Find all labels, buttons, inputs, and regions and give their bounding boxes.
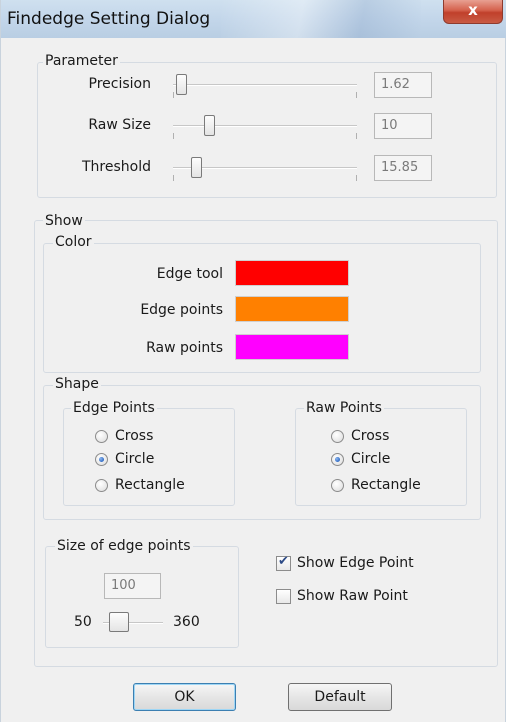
edge-point-size-field[interactable]: 100 bbox=[104, 573, 161, 599]
raw-shape-cross-radio[interactable] bbox=[331, 430, 344, 443]
edge-shape-rectangle-option[interactable]: Rectangle bbox=[95, 477, 225, 497]
parameter-legend: Parameter bbox=[43, 53, 120, 69]
edge-point-size-max-label: 360 bbox=[173, 614, 200, 630]
default-button[interactable]: Default bbox=[288, 683, 392, 711]
show-legend: Show bbox=[43, 213, 85, 229]
edge-shape-cross-label: Cross bbox=[115, 428, 154, 444]
precision-label: Precision bbox=[88, 76, 151, 92]
show-raw-point-checkbox[interactable] bbox=[276, 589, 291, 604]
raw-size-slider-track[interactable] bbox=[173, 125, 357, 127]
precision-value-field[interactable]: 1.62 bbox=[374, 72, 432, 98]
findedge-setting-dialog: Findedge Setting Dialog x Parameter Prec… bbox=[0, 0, 506, 722]
threshold-slider-thumb[interactable] bbox=[191, 157, 202, 178]
edge-shape-circle-option[interactable]: Circle bbox=[95, 451, 225, 471]
raw-shape-rectangle-option[interactable]: Rectangle bbox=[331, 477, 461, 497]
title-bar[interactable]: Findedge Setting Dialog x bbox=[1, 0, 506, 38]
edge-tool-color-swatch[interactable] bbox=[235, 260, 349, 286]
ok-button[interactable]: OK bbox=[133, 683, 236, 711]
show-edge-point-checkbox[interactable] bbox=[276, 554, 291, 571]
edge-shape-rectangle-label: Rectangle bbox=[115, 477, 185, 493]
precision-slider-tick-min bbox=[173, 92, 174, 98]
threshold-slider-tick-min bbox=[173, 175, 174, 181]
raw-points-shape-legend: Raw Points bbox=[304, 400, 384, 416]
raw-points-color-swatch[interactable] bbox=[235, 334, 349, 360]
window-title: Findedge Setting Dialog bbox=[7, 9, 211, 29]
raw-size-value-field[interactable]: 10 bbox=[374, 113, 432, 139]
edge-point-size-slider-thumb[interactable] bbox=[109, 612, 129, 632]
raw-shape-circle-option[interactable]: Circle bbox=[331, 451, 461, 471]
edge-tool-color-label: Edge tool bbox=[156, 266, 223, 282]
raw-points-color-label: Raw points bbox=[146, 340, 223, 356]
raw-size-label: Raw Size bbox=[88, 117, 151, 133]
raw-size-slider-tick-max bbox=[356, 133, 357, 139]
raw-shape-circle-label: Circle bbox=[351, 451, 391, 467]
shape-legend: Shape bbox=[53, 376, 101, 392]
raw-shape-rectangle-label: Rectangle bbox=[351, 477, 421, 493]
raw-size-slider-thumb[interactable] bbox=[204, 115, 215, 136]
title-bar-glare bbox=[221, 0, 421, 38]
threshold-slider-tick-max bbox=[356, 175, 357, 181]
edge-points-shape-legend: Edge Points bbox=[71, 400, 157, 416]
show-edge-point-label[interactable]: Show Edge Point bbox=[297, 555, 414, 571]
edge-shape-cross-radio[interactable] bbox=[95, 430, 108, 443]
precision-slider-thumb[interactable] bbox=[176, 74, 187, 95]
raw-size-slider-tick-min bbox=[173, 133, 174, 139]
raw-shape-cross-option[interactable]: Cross bbox=[331, 428, 461, 448]
threshold-label: Threshold bbox=[82, 159, 151, 175]
threshold-value-field[interactable]: 15.85 bbox=[374, 155, 432, 181]
edge-shape-rectangle-radio[interactable] bbox=[95, 479, 108, 492]
raw-shape-circle-radio[interactable] bbox=[331, 453, 344, 466]
raw-shape-cross-label: Cross bbox=[351, 428, 390, 444]
precision-slider-tick-max bbox=[356, 92, 357, 98]
close-button[interactable]: x bbox=[443, 0, 503, 24]
close-icon: x bbox=[468, 1, 478, 19]
edge-point-size-min-label: 50 bbox=[74, 614, 92, 630]
edge-shape-cross-option[interactable]: Cross bbox=[95, 428, 225, 448]
precision-slider-track[interactable] bbox=[173, 84, 357, 86]
edge-points-color-swatch[interactable] bbox=[235, 296, 349, 322]
color-legend: Color bbox=[53, 234, 94, 250]
size-of-edge-points-legend: Size of edge points bbox=[55, 538, 193, 554]
raw-shape-rectangle-radio[interactable] bbox=[331, 479, 344, 492]
edge-points-color-label: Edge points bbox=[140, 302, 223, 318]
edge-shape-circle-label: Circle bbox=[115, 451, 155, 467]
edge-shape-circle-radio[interactable] bbox=[95, 453, 108, 466]
show-raw-point-label[interactable]: Show Raw Point bbox=[297, 588, 408, 604]
